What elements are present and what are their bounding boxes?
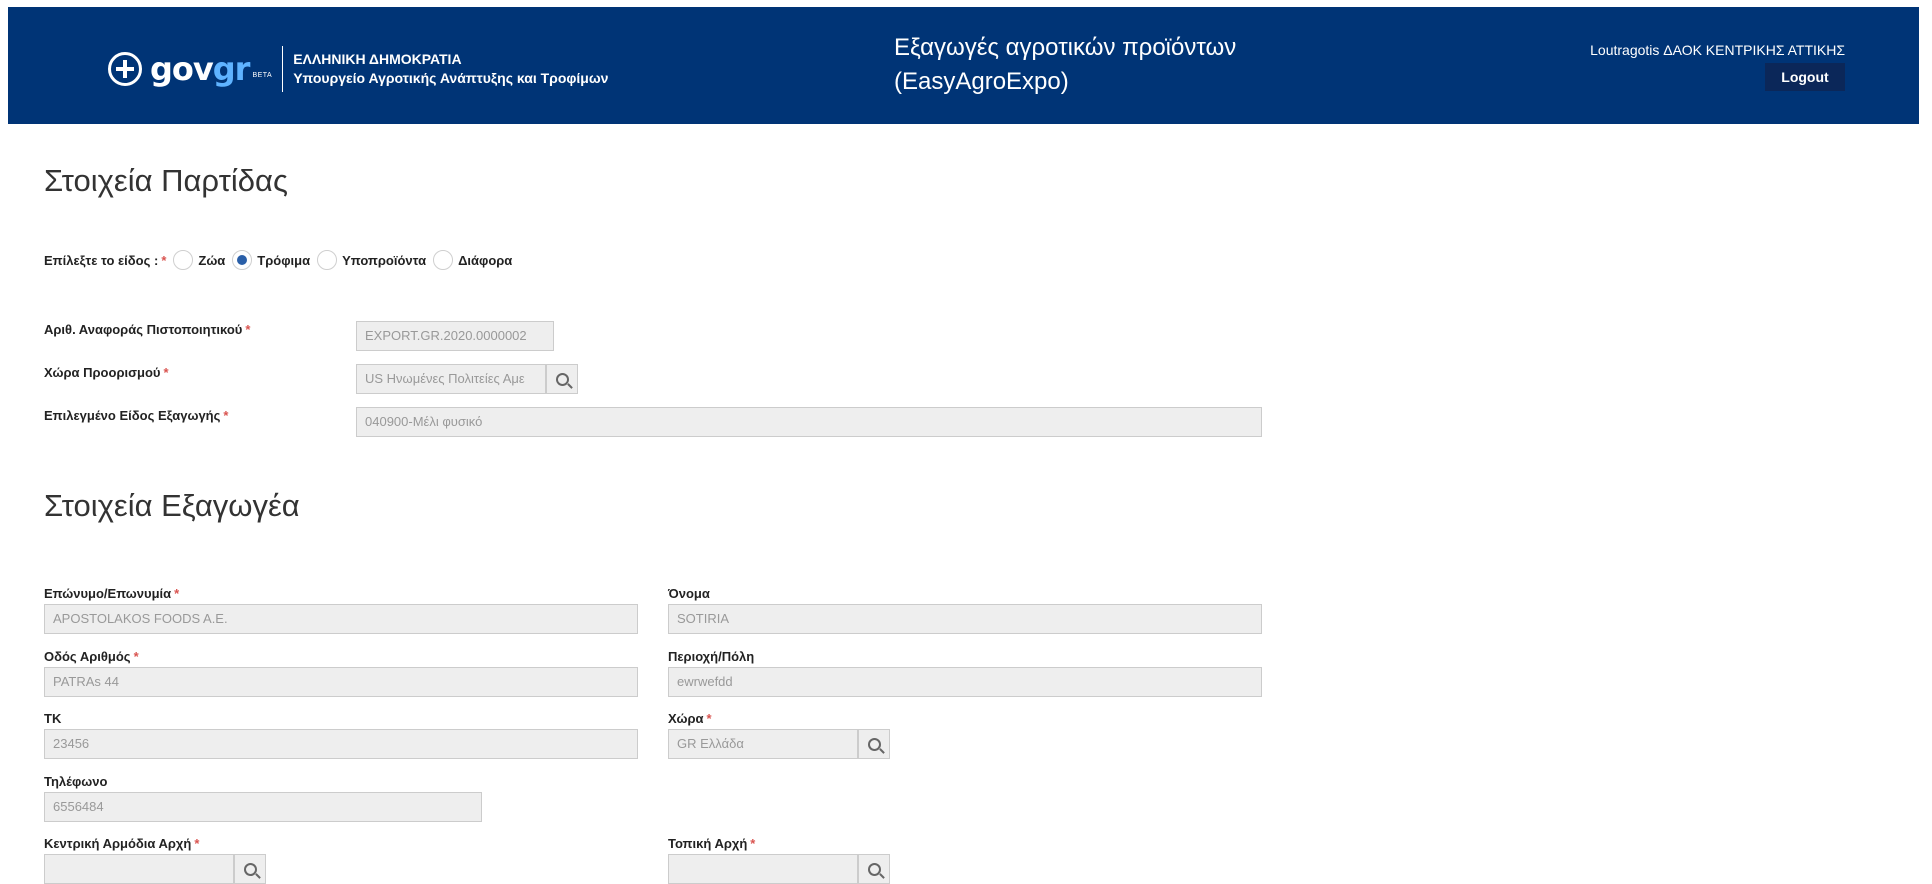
street-field[interactable]: PATRAs 44 [44, 667, 638, 697]
destination-country-field[interactable]: US Ηνωμένες Πολιτείες Αμε [356, 364, 546, 394]
zip-field[interactable]: 23456 [44, 729, 638, 759]
radio-label-ypoproionta: Υποπροϊόντα [342, 252, 427, 268]
central-authority-search-button[interactable] [234, 854, 266, 884]
city-label: Περιοχή/Πόλη [668, 649, 755, 664]
first-name-label: Όνομα [668, 586, 710, 601]
cert-ref-label: Αριθ. Αναφοράς Πιστοποιητικού * [44, 322, 251, 337]
country-search-button[interactable] [858, 729, 890, 759]
destination-country-label: Χώρα Προορισμού * [44, 365, 169, 380]
radio-ypoproionta[interactable] [317, 250, 338, 270]
radio-diafora[interactable] [433, 250, 454, 270]
radio-label-trofima: Τρόφιμα [257, 252, 311, 268]
phone-label: Τηλέφωνο [44, 774, 108, 789]
govgr-brand[interactable]: govgr BETA ΕΛΛΗΝΙΚΗ ΔΗΜΟΚΡΑΤΙΑ Υπουργείο… [108, 45, 608, 93]
search-icon [867, 862, 881, 876]
central-authority-label: Κεντρική Αρμόδια Αρχή * [44, 836, 200, 851]
exporter-section-title: Στοιχεία Εξαγωγέα [44, 488, 300, 523]
first-name-field[interactable]: SOTIRIA [668, 604, 1262, 634]
central-authority-field[interactable] [44, 854, 234, 884]
ministry-name: ΕΛΛΗΝΙΚΗ ΔΗΜΟΚΡΑΤΙΑ Υπουργείο Αγροτικής … [293, 50, 608, 88]
local-authority-search-button[interactable] [858, 854, 890, 884]
search-icon [867, 737, 881, 751]
radio-label-diafora: Διάφορα [458, 252, 513, 268]
batch-section-title: Στοιχεία Παρτίδας [44, 163, 288, 198]
search-icon [555, 372, 569, 386]
app-title-line-1: Εξαγωγές αγροτικών προϊόντων [894, 34, 1237, 61]
app-title: Εξαγωγές αγροτικών προϊόντων (EasyAgroEx… [894, 31, 1236, 99]
export-type-label: Επιλεγμένο Είδος Εξαγωγής * [44, 408, 229, 423]
local-authority-label: Τοπική Αρχή * [668, 836, 756, 851]
logged-in-user: Loutragotis ΔΑΟΚ ΚΕΝΤΡΙΚΗΣ ΑΤΤΙΚΗΣ [1590, 42, 1845, 58]
greek-emblem-icon [108, 52, 142, 86]
cert-ref-field[interactable]: EXPORT.GR.2020.0000002 [356, 321, 554, 351]
local-authority-field[interactable] [668, 854, 858, 884]
radio-trofima[interactable] [232, 250, 253, 270]
phone-field[interactable]: 6556484 [44, 792, 482, 822]
type-label: Επίλεξτε το είδος : * [44, 252, 167, 268]
country-label: Χώρα * [668, 711, 712, 726]
street-label: Οδός Αριθμός * [44, 649, 139, 664]
export-type-field[interactable]: 040900-Μέλι φυσικό [356, 407, 1262, 437]
type-radio-group: Επίλεξτε το είδος : * Ζώα Τρόφιμα Υποπροϊ… [44, 250, 516, 270]
surname-field[interactable]: APOSTOLAKOS FOODS A.E. [44, 604, 638, 634]
zip-label: ΤΚ [44, 711, 62, 726]
country-field[interactable]: GR Ελλάδα [668, 729, 858, 759]
logout-button[interactable]: Logout [1765, 63, 1845, 91]
surname-label: Επώνυμο/Επωνυμία * [44, 586, 180, 601]
radio-label-zoa: Ζώα [198, 252, 226, 268]
radio-zoa[interactable] [173, 250, 194, 270]
search-icon [243, 862, 257, 876]
beta-badge: BETA [252, 71, 273, 79]
app-title-line-2: (EasyAgroExpo) [894, 68, 1069, 95]
destination-country-search-button[interactable] [546, 364, 578, 394]
top-header-bar: govgr BETA ΕΛΛΗΝΙΚΗ ΔΗΜΟΚΡΑΤΙΑ Υπουργείο… [8, 7, 1919, 124]
city-field[interactable]: ewrwefdd [668, 667, 1262, 697]
ministry-line-2: Υπουργείο Αγροτικής Ανάπτυξης και Τροφίμ… [293, 70, 609, 86]
brand-divider [282, 46, 284, 92]
govgr-logo: govgr [150, 50, 250, 88]
ministry-line-1: ΕΛΛΗΝΙΚΗ ΔΗΜΟΚΡΑΤΙΑ [293, 51, 462, 67]
